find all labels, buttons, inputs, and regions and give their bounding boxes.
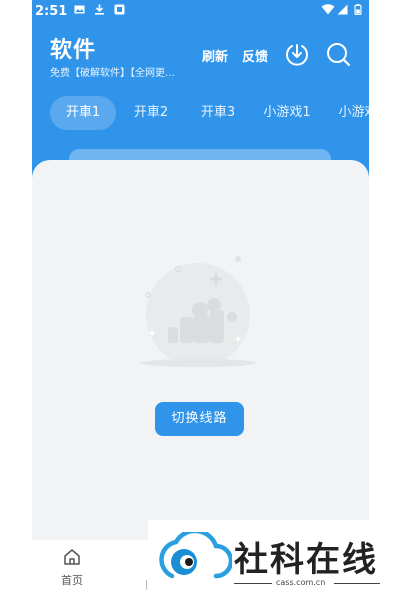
signal-icon — [337, 4, 348, 15]
home-icon — [64, 549, 80, 565]
tab-kaiche-3[interactable]: 开車3 — [187, 96, 249, 130]
watermark-rule-right — [334, 583, 380, 584]
wifi-icon — [321, 4, 335, 15]
watermark-url: cass.com.cn — [276, 578, 326, 587]
switch-route-button[interactable]: 切换线路 — [155, 402, 244, 436]
feedback-button[interactable]: 反馈 — [242, 46, 268, 65]
download-circle-icon[interactable] — [284, 41, 310, 67]
watermark-logo-icon — [159, 532, 232, 579]
nav-home-label: 首页 — [61, 574, 83, 587]
watermark: 社科在线 cass.com.cn — [148, 520, 388, 600]
nav-divider — [146, 580, 147, 590]
battery-icon — [354, 4, 362, 15]
app-notification-icon — [114, 4, 125, 15]
category-tabs: 开車1 开車2 开車3 小游戏1 小游戏 — [32, 96, 369, 132]
watermark-rule-left — [234, 583, 272, 584]
nav-home[interactable]: 首页 — [52, 548, 92, 588]
app-screen: 2:51 软件 免费【破解软件】【全网更… 刷新 反馈 开車1 开車2 开車3 … — [32, 0, 369, 600]
page-subtitle: 免费【破解软件】【全网更… — [50, 68, 175, 79]
download-notification-icon — [95, 4, 104, 15]
refresh-button[interactable]: 刷新 — [202, 46, 228, 65]
search-icon[interactable] — [325, 41, 351, 67]
content-card: 切换线路 — [32, 160, 369, 540]
tab-kaiche-1[interactable]: 开車1 — [50, 96, 116, 130]
status-time: 2:51 — [35, 4, 68, 19]
page-title: 软件 — [50, 38, 97, 63]
app-header: 软件 免费【破解软件】【全网更… 刷新 反馈 — [32, 26, 369, 86]
tab-minigame-2[interactable]: 小游戏 — [327, 96, 369, 130]
tab-minigame-1[interactable]: 小游戏1 — [256, 96, 318, 130]
empty-state-illustration — [140, 256, 256, 367]
watermark-text: 社科在线 — [234, 540, 378, 580]
image-notification-icon — [74, 5, 85, 14]
status-bar: 2:51 — [32, 0, 369, 24]
tab-kaiche-2[interactable]: 开車2 — [120, 96, 182, 130]
